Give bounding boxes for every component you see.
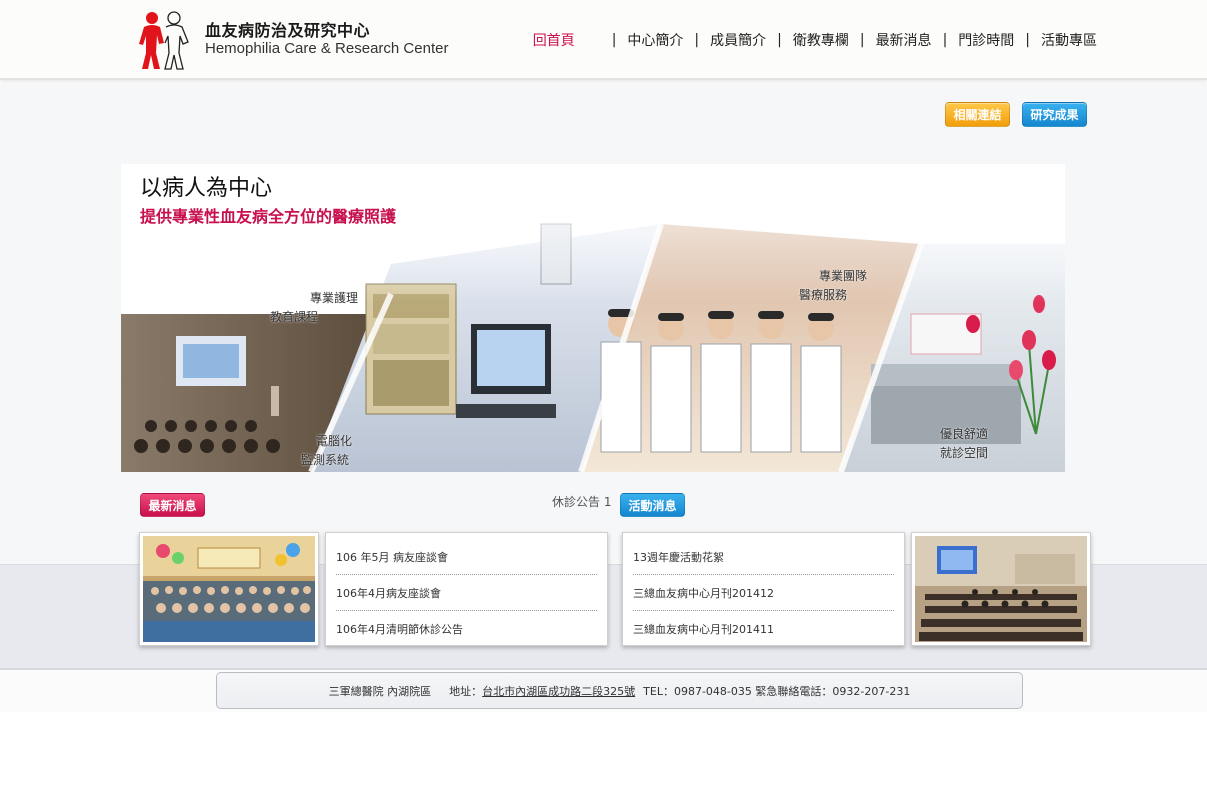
news-list-item[interactable]: 106年4月病友座談會: [336, 575, 597, 611]
group-photo-image: [143, 536, 315, 642]
main-nav: 回首頁 | 中心簡介 | 成員簡介 | 衛教專欄 | 最新消息 | 門診時間 |…: [533, 30, 1097, 50]
activity-list-item[interactable]: 13週年慶活動花絮: [633, 539, 894, 575]
footer-address-link[interactable]: 台北市內湖區成功路二段325號: [482, 683, 635, 699]
research-results-button[interactable]: 研究成果: [1022, 102, 1087, 127]
activity-list-item[interactable]: 三總血友病中心月刊201411: [633, 611, 894, 647]
logo[interactable]: 血友病防治及研究中心 Hemophilia Care & Research Ce…: [138, 9, 448, 71]
banner-label-nursing: 專業護理: [310, 291, 359, 305]
latest-news-tab[interactable]: 最新消息: [140, 493, 205, 517]
footer-hospital: 三軍總醫院 內湖院區: [328, 684, 432, 698]
nav-members[interactable]: 成員簡介: [710, 30, 766, 50]
nav-latest-news[interactable]: 最新消息: [876, 30, 932, 50]
nav-separator: |: [942, 32, 948, 48]
logo-figures-icon: [139, 11, 189, 70]
footer-phone: TEL：0987-048-035 緊急聯絡電話：0932-207-231: [643, 684, 911, 698]
logo-title-cn: 血友病防治及研究中心: [205, 21, 371, 40]
nav-activities[interactable]: 活動專區: [1041, 30, 1097, 50]
activity-news-tab[interactable]: 活動消息: [620, 493, 685, 517]
activity-photo[interactable]: [911, 532, 1091, 646]
nav-separator: |: [1025, 32, 1030, 48]
news-list-item[interactable]: 106年4月清明節休診公告: [336, 611, 597, 647]
banner-label-monitoring: 監測系統: [301, 453, 350, 467]
logo-title-en: Hemophilia Care & Research Center: [205, 40, 449, 57]
banner-label-education: 教育課程: [270, 310, 319, 324]
banner-label-comfort: 優良舒適: [940, 427, 989, 441]
latest-news-list: 106 年5月 病友座談會 106年4月病友座談會 106年4月清明節休診公告: [325, 532, 608, 646]
activity-list-item[interactable]: 三總血友病中心月刊201412: [633, 575, 894, 611]
nav-clinic-hours[interactable]: 門診時間: [958, 30, 1014, 50]
news-list-item[interactable]: 106 年5月 病友座談會: [336, 539, 597, 575]
nav-health-education[interactable]: 衛教專欄: [793, 30, 849, 50]
footer-contact-bar: 三軍總醫院 內湖院區 地址： 台北市內湖區成功路二段325號 TEL：0987-…: [216, 672, 1023, 709]
nav-separator: |: [777, 32, 782, 48]
header: 血友病防治及研究中心 Hemophilia Care & Research Ce…: [0, 0, 1207, 80]
nav-separator: |: [859, 32, 865, 48]
nav-separator: |: [611, 32, 617, 48]
hero-banner: 以病人為中心 提供專業性血友病全方位的醫療照護 專業護理 教育課程 電腦化 監測…: [121, 164, 1065, 472]
banner-subtitle: 提供專業性血友病全方位的醫療照護: [140, 207, 397, 226]
activity-news-list: 13週年慶活動花絮 三總血友病中心月刊201412 三總血友病中心月刊20141…: [622, 532, 905, 646]
banner-label-team: 專業團隊: [819, 269, 868, 283]
auditorium-photo-image: [915, 536, 1087, 642]
footer-address-label: 地址：: [449, 684, 483, 698]
page: 血友病防治及研究中心 Hemophilia Care & Research Ce…: [0, 0, 1207, 786]
nav-about[interactable]: 中心簡介: [627, 30, 683, 50]
banner-label-space: 就診空間: [940, 446, 989, 460]
banner-title: 以病人為中心: [140, 176, 273, 201]
banner-label-computerized: 電腦化: [316, 434, 353, 448]
banner-label-medical: 醫療服務: [799, 288, 848, 302]
news-photo[interactable]: [139, 532, 319, 646]
related-links-button[interactable]: 相關連結: [945, 102, 1010, 127]
closure-notice-link[interactable]: 休診公告 1: [552, 493, 611, 510]
nav-separator: |: [694, 32, 700, 48]
nav-home[interactable]: 回首頁: [533, 30, 575, 50]
